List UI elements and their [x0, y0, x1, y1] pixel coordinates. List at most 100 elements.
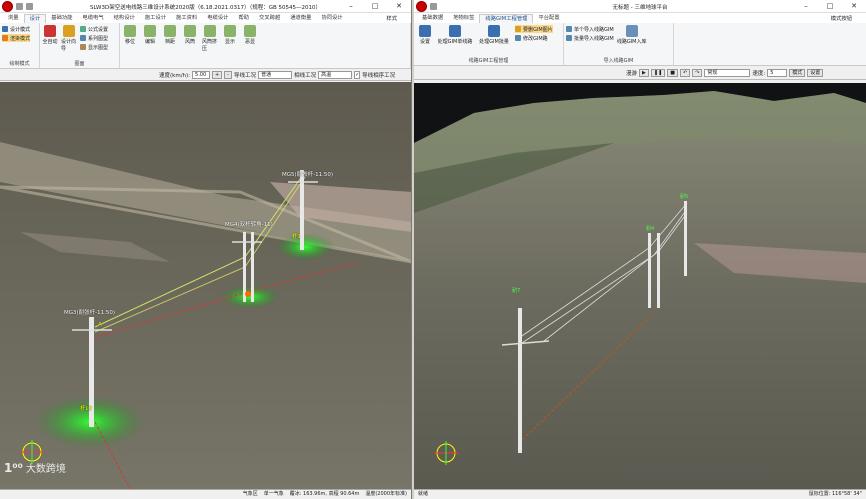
tab-10[interactable]: 通道衡量 [285, 14, 316, 23]
close-icon[interactable]: ✕ [842, 0, 866, 13]
tool-button-6[interactable]: 恶显 [242, 25, 258, 68]
tab-5[interactable]: 施工设计 [140, 14, 171, 23]
tool-button-3[interactable]: 风筒 [182, 25, 198, 68]
roam-label: 漫游 [626, 70, 638, 77]
globe-scene [414, 83, 866, 489]
tool-button-2[interactable]: 档距 [162, 25, 178, 68]
watermark-logo: 1⁰⁰ [4, 460, 23, 475]
tab-11[interactable]: 协同设计 [316, 14, 347, 23]
speed-input[interactable]: 5 [767, 68, 788, 77]
tab-6[interactable]: 施工资料 [171, 14, 202, 23]
gim-project-group: 设置 处理GIM单线路 处理GIM批量 要删GIM图片 修改GIM路 线路GIM… [414, 23, 564, 65]
toolbar: 漫游 ▶ ❚❚ ■ ↶ ↷ 常规 速度: 5 模式 设置 [414, 66, 866, 80]
mode-select[interactable]: 常规 [704, 68, 751, 77]
ribbon-tabs: 基础数据 地物标签 线路GIM工程管理 平台配置 模式按钮 [414, 13, 866, 23]
group-label: 导入线路GIM [603, 58, 634, 64]
forward-button[interactable]: ↷ [692, 68, 703, 77]
lead-select[interactable]: 普通 [258, 70, 293, 79]
speed-plus-button[interactable]: + [212, 70, 223, 79]
status-field-1: 单一气象 [263, 491, 284, 497]
tab-2[interactable]: 线路GIM工程管理 [479, 14, 534, 23]
minimize-icon[interactable]: – [339, 0, 363, 13]
tab-3[interactable]: 平台配置 [533, 14, 564, 23]
series-figure-button[interactable]: 系列图型 [80, 34, 108, 42]
tool-icon [124, 25, 136, 37]
play-button[interactable]: ▶ [639, 68, 649, 77]
tab-4[interactable]: 结构设计 [109, 14, 140, 23]
tower-label-3: 耐5 [680, 194, 689, 200]
tab-1[interactable]: 设计 [23, 14, 47, 23]
status-field-0: 气象区 [242, 491, 258, 497]
3d-viewport-left[interactable]: MG5(耐张杆-11.50) MG4(双杆转角-11) MG3(耐张杆-11.5… [0, 82, 411, 489]
ribbon: 设置 处理GIM单线路 处理GIM批量 要删GIM图片 修改GIM路 线路GIM… [414, 23, 866, 66]
tab-7[interactable]: 电缆设计 [202, 14, 233, 23]
status-bar: 就绪 鼠标位置: 116°58' 34" [414, 489, 866, 499]
mouse-position: 鼠标位置: 116°58' 34" [808, 491, 862, 497]
tool-button-4[interactable]: 风筒挤压 [202, 25, 218, 68]
speed-label: 速度: [752, 70, 766, 77]
speed-input[interactable]: 5.00 [192, 70, 211, 79]
style-menu[interactable]: 样式 [386, 14, 397, 22]
stop-button[interactable]: ■ [667, 68, 678, 77]
maximize-icon[interactable]: □ [818, 0, 842, 13]
toolbar: 速度(km/h): 5.00 + - 导线工况 普通 相线工况 高温 ✓ 导线相… [0, 69, 411, 81]
speed-label: 速度(km/h): [159, 72, 191, 79]
3d-viewport-right[interactable]: 耐7 耐4 耐5 [414, 83, 866, 489]
status-field-3: 温度(2000年标准) [365, 491, 407, 497]
edit-gim-path-button[interactable]: 修改GIM路 [515, 34, 553, 42]
single-import-button[interactable]: 单个导入线路GIM [566, 25, 614, 33]
group-label: 线路GIM工程管理 [468, 58, 509, 64]
mode-menu[interactable]: 模式按钮 [831, 14, 852, 22]
show-figure-button[interactable]: 显示图型 [80, 43, 108, 51]
close-icon[interactable]: ✕ [387, 0, 411, 13]
status-bar: 气象区 单一气象 覆冰: 163.96m, 高程 90.64m 温度(2000年标准) [0, 489, 411, 499]
phase-checkbox[interactable]: ✓ [354, 70, 361, 79]
tool-icon [204, 25, 216, 37]
database-icon [625, 25, 638, 37]
maximize-icon[interactable]: □ [363, 0, 387, 13]
tab-0[interactable]: 浏量 [3, 14, 24, 23]
settings-toolbar-button[interactable]: 设置 [807, 68, 824, 77]
series-icon [80, 35, 86, 41]
checkbox-label: 导线相序工况 [362, 72, 396, 79]
figure-group: 全自动 设计向导 公式设置 系列图型 显示图型 图面 [40, 23, 120, 68]
pause-button[interactable]: ❚❚ [650, 68, 666, 77]
tower-label-2: 耐4 [646, 226, 655, 232]
tool-button-0[interactable]: 移位 [122, 25, 138, 68]
tool-icon [244, 25, 256, 37]
watermark: 1⁰⁰ 大数跨境 [4, 460, 66, 476]
back-button[interactable]: ↶ [680, 68, 691, 77]
batch-import-button[interactable]: 批量导入线路GIM [566, 34, 614, 42]
tool-icon [164, 25, 176, 37]
import-icon [566, 35, 572, 41]
tab-1[interactable]: 地物标签 [448, 14, 479, 23]
render-mode-option[interactable]: 渲染模式 [2, 34, 31, 42]
phase-select[interactable]: 高温 [318, 70, 353, 79]
speed-minus-button[interactable]: - [224, 70, 233, 79]
tab-8[interactable]: 帮助 [233, 14, 254, 23]
phase-label-a: A [98, 322, 102, 328]
design-mode-icon [2, 26, 8, 32]
tab-9[interactable]: 交叉跨越 [254, 14, 285, 23]
settings-icon [419, 25, 431, 37]
group-label: 图面 [74, 61, 85, 67]
tab-0[interactable]: 基础数据 [417, 14, 448, 23]
mode-button[interactable]: 模式 [789, 68, 806, 77]
watermark-text: 大数跨境 [25, 464, 66, 475]
terrain-scene [0, 82, 411, 489]
tower-label-mg3: MG3(耐张杆-11.50) [64, 310, 116, 316]
document-icon [488, 25, 500, 37]
minimize-icon[interactable]: – [794, 0, 818, 13]
design-mode-option[interactable]: 设计模式 [2, 25, 30, 33]
tower-label-mg5: MG5(耐张杆-11.50) [282, 172, 334, 178]
tool-button-5[interactable]: 显示 [222, 25, 238, 68]
tool-button-1[interactable]: 编辑 [142, 25, 158, 68]
status-ready: 就绪 [418, 491, 429, 497]
formula-setting-button[interactable]: 公式设置 [80, 25, 108, 33]
delete-gim-image-button[interactable]: 要删GIM图片 [515, 25, 553, 33]
group-label: 绘制模式 [9, 61, 30, 67]
tab-2[interactable]: 基础功能 [46, 14, 77, 23]
wand-icon [63, 25, 75, 37]
tab-3[interactable]: 电缆电气 [77, 14, 108, 23]
render-mode-icon [2, 35, 8, 41]
